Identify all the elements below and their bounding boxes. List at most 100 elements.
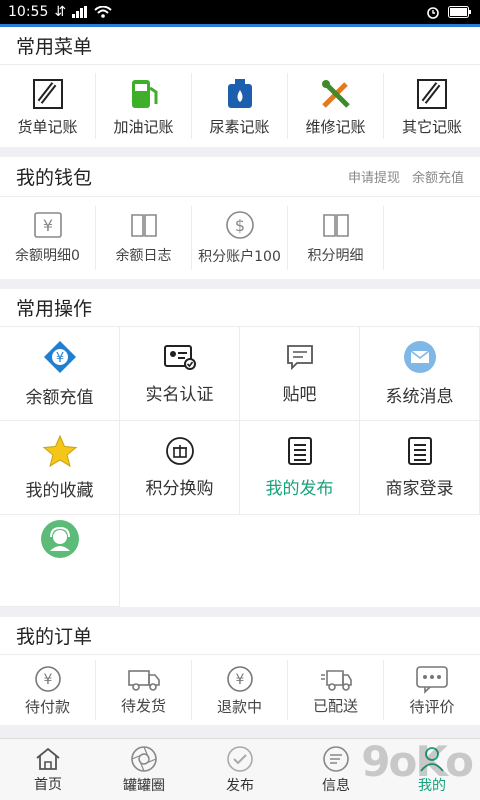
wallet-item-label: 积分账户100: [198, 249, 281, 265]
dollar-circle-icon: $: [225, 211, 254, 239]
tab-publish[interactable]: 发布: [192, 739, 288, 800]
recharge-link[interactable]: 余额充值: [412, 167, 464, 186]
star-icon: [42, 434, 77, 468]
operations-section: 常用操作 ¥ 余额充值 实名认证 贴吧 系统消息 我的收藏 积分换购 我的发布: [0, 289, 480, 607]
menu-item-label: 货单记账: [17, 117, 78, 136]
aperture-icon: [131, 745, 157, 772]
delivery-truck-icon: [320, 669, 352, 691]
op-label: 商家登录: [385, 479, 454, 499]
wrench-screwdriver-icon: [321, 79, 350, 108]
op-label: 实名认证: [145, 385, 214, 405]
customer-service-icon: [40, 520, 79, 558]
menu-item-other[interactable]: 其它记账: [384, 73, 480, 139]
op-favorites[interactable]: 我的收藏: [0, 421, 120, 515]
book-icon: [322, 214, 349, 237]
id-card-icon: [163, 345, 196, 370]
document-list-icon: [287, 437, 312, 465]
comment-icon: [416, 665, 448, 694]
op-label: 系统消息: [385, 387, 454, 407]
wallet-item-balance-log[interactable]: 余额日志: [96, 206, 192, 270]
user-icon: [420, 746, 444, 772]
common-menu-title: 常用菜单: [16, 36, 93, 58]
status-time: 10:55: [8, 4, 49, 20]
receipt-icon: [32, 78, 63, 109]
svg-text:¥: ¥: [55, 351, 63, 366]
document-list-icon: [407, 437, 432, 465]
chat-bubble-icon: [286, 345, 313, 371]
gift-icon: [165, 437, 194, 465]
status-bar: 10:55 ⇵: [0, 0, 480, 24]
wallet-item-points-account[interactable]: $ 积分账户100: [192, 206, 288, 270]
urea-can-icon: [227, 78, 252, 108]
operations-title: 常用操作: [16, 298, 93, 320]
tab-label: 罐罐圈: [123, 777, 165, 794]
menu-item-repair[interactable]: 维修记账: [288, 73, 384, 139]
message-icon: [323, 745, 349, 772]
svg-text:¥: ¥: [235, 672, 244, 688]
truck-icon: [127, 669, 160, 691]
order-label: 待发货: [120, 696, 166, 715]
tab-label: 信息: [322, 777, 350, 794]
menu-item-cargo[interactable]: 货单记账: [0, 73, 96, 139]
op-recharge[interactable]: ¥ 余额充值: [0, 327, 120, 421]
orders-section: 我的订单 ¥ 待付款 待发货 ¥ 退款中 已配送 待评价: [0, 617, 480, 725]
tab-circle[interactable]: 罐罐圈: [96, 739, 192, 800]
op-forum[interactable]: 贴吧: [240, 327, 360, 421]
svg-text:¥: ¥: [43, 672, 52, 688]
recharge-icon: ¥: [43, 341, 76, 373]
menu-item-label: 尿素记账: [209, 117, 270, 136]
op-messages[interactable]: 系统消息: [360, 327, 480, 421]
menu-item-label: 维修记账: [305, 117, 366, 136]
menu-item-label: 其它记账: [401, 117, 462, 136]
order-refunding[interactable]: ¥ 退款中: [192, 660, 288, 720]
wallet-section: 我的钱包 申请提现 余额充值 ¥ 余额明细0 余额日志 $ 积分账户100 积分…: [0, 157, 480, 279]
tab-home[interactable]: 首页: [0, 739, 96, 800]
tab-info[interactable]: 信息: [288, 739, 384, 800]
op-label: 积分换购: [145, 479, 214, 499]
svg-text:$: $: [234, 216, 244, 235]
menu-item-label: 加油记账: [113, 117, 174, 136]
wallet-item-label: 积分明细: [307, 248, 364, 264]
order-pending-payment[interactable]: ¥ 待付款: [0, 660, 96, 720]
op-label: 我的收藏: [25, 481, 94, 501]
op-label: 贴吧: [282, 385, 317, 405]
order-label: 待评价: [409, 697, 455, 716]
wallet-title: 我的钱包: [16, 167, 93, 189]
svg-text:¥: ¥: [42, 216, 52, 235]
usb-icon: ⇵: [54, 4, 67, 20]
wallet-item-label: 余额日志: [115, 248, 172, 264]
order-label: 已配送: [312, 696, 358, 715]
tab-label: 我的: [418, 777, 446, 794]
op-points-exchange[interactable]: 积分换购: [120, 421, 240, 515]
receipt-icon: [417, 78, 447, 109]
bottom-tab-bar: 首页 罐罐圈 发布 信息 我的: [0, 738, 480, 800]
yen-refresh-icon: ¥: [34, 665, 61, 692]
tab-label: 首页: [34, 776, 62, 793]
wallet-item-points-detail[interactable]: 积分明细: [288, 206, 384, 270]
home-icon: [36, 747, 60, 770]
fuel-pump-icon: [131, 79, 157, 108]
yen-ticket-icon: ¥: [33, 212, 62, 238]
orders-title: 我的订单: [16, 626, 93, 648]
yen-refund-icon: ¥: [226, 665, 253, 692]
wallet-item-balance-detail[interactable]: ¥ 余额明细0: [0, 206, 96, 270]
menu-item-urea[interactable]: 尿素记账: [192, 73, 288, 139]
op-my-posts[interactable]: 我的发布: [240, 421, 360, 515]
menu-item-fuel[interactable]: 加油记账: [96, 73, 192, 139]
op-verify[interactable]: 实名认证: [120, 327, 240, 421]
order-pending-shipment[interactable]: 待发货: [96, 660, 192, 720]
alarm-icon: [427, 7, 439, 19]
common-menu-section: 常用菜单 货单记账 加油记账 尿素记账 维修记账 其它记账: [0, 27, 480, 147]
mail-icon: [403, 341, 436, 373]
op-customer-service[interactable]: [0, 515, 120, 607]
op-label: 我的发布: [265, 479, 334, 499]
tab-label: 发布: [226, 777, 254, 794]
order-delivered[interactable]: 已配送: [288, 660, 384, 720]
withdraw-link[interactable]: 申请提现: [348, 167, 400, 186]
check-circle-icon: [227, 745, 253, 772]
signal-icon: [72, 6, 88, 18]
battery-icon: [448, 6, 471, 18]
tab-mine[interactable]: 我的: [384, 739, 480, 800]
order-pending-review[interactable]: 待评价: [384, 660, 480, 720]
op-merchant-login[interactable]: 商家登录: [360, 421, 480, 515]
